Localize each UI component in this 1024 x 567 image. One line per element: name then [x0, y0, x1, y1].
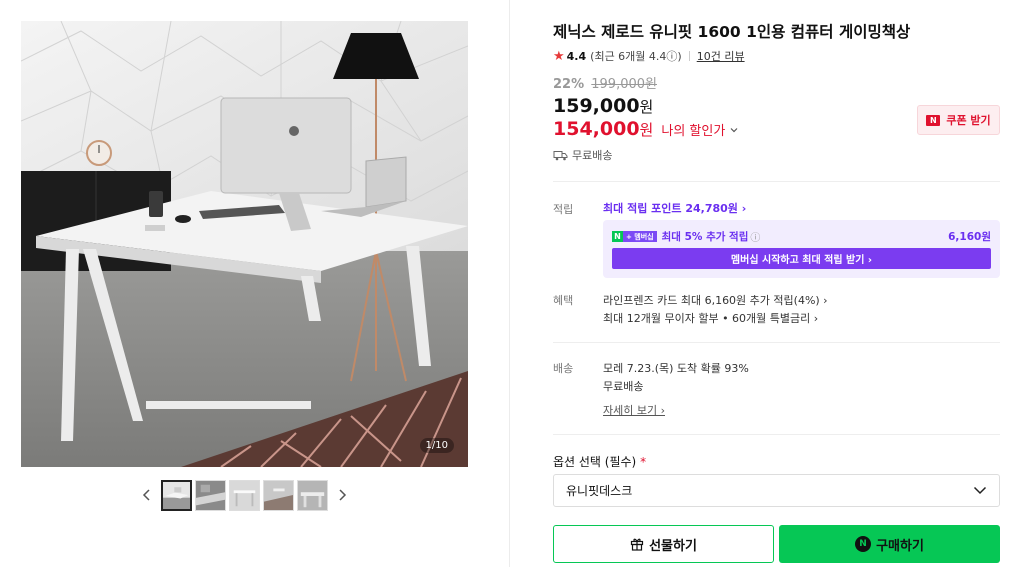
gift-button[interactable]: 선물하기: [553, 525, 774, 563]
sale-price-value: 159,000: [553, 95, 640, 117]
my-price-label[interactable]: 나의 할인가: [661, 120, 725, 139]
delivery-arrival: 모레 7.23.(목) 도착 확률 93%: [603, 362, 749, 375]
truck-icon: [553, 150, 568, 160]
delivery-label: 배송: [553, 362, 574, 375]
sale-price: 159,000원: [553, 95, 653, 117]
option-label: 옵션 선택 (필수) *: [553, 453, 646, 470]
my-price-unit: 원: [639, 121, 654, 139]
shipping-tag-label: 무료배송: [572, 149, 613, 162]
product-gallery: 1/10: [0, 0, 510, 567]
original-price-row: 22% 199,000원: [553, 73, 657, 92]
section-divider: [553, 181, 1000, 182]
discount-percent: 22%: [553, 77, 585, 92]
info-icon[interactable]: ⓘ: [750, 229, 760, 244]
rating-divider: [688, 51, 690, 61]
my-discount-price: 154,000 원 나의 할인가: [553, 118, 739, 140]
thumbnail-image: [264, 480, 293, 510]
my-price-value: 154,000: [553, 118, 640, 140]
membership-box: N + 멤버십 최대 5% 추가 적립 ⓘ 6,160원 멤버십 시작하고 최대…: [603, 220, 1000, 278]
option-selected-value: 유니핏데스크: [566, 484, 633, 498]
star-icon: ★: [553, 48, 565, 64]
chevron-down-icon: [973, 486, 987, 495]
thumbnail-next-button[interactable]: [331, 479, 353, 511]
membership-start-button[interactable]: 멤버십 시작하고 최대 적립 받기 ›: [612, 248, 991, 269]
coupon-button-label: 쿠폰 받기: [946, 114, 991, 127]
thumbnail-prev-button[interactable]: [136, 479, 158, 511]
thumbnail-strip: [136, 479, 353, 511]
thumbnail-image: [230, 480, 259, 510]
buy-button[interactable]: N 구매하기: [779, 525, 1000, 563]
membership-text: 최대 5% 추가 적립: [661, 231, 749, 243]
benefit-installment-link[interactable]: 최대 12개월 무이자 할부 • 60개월 특별금리 ›: [603, 310, 818, 326]
gift-button-label: 선물하기: [649, 538, 697, 554]
thumbnail-1[interactable]: [161, 479, 192, 511]
thumbnail-image: [196, 480, 225, 510]
thumbnail-image: [163, 481, 190, 509]
naver-pay-icon: N: [855, 536, 872, 552]
membership-info: N + 멤버십 최대 5% 추가 적립 ⓘ 6,160원: [612, 229, 991, 244]
desk-photo: [21, 21, 468, 467]
rating-recent: (최근 6개월 4.4ⓘ): [590, 50, 682, 63]
thumbnail-image: [298, 480, 327, 510]
chevron-left-icon: [142, 489, 150, 501]
rating-score: 4.4: [566, 49, 587, 63]
coupon-button[interactable]: N 쿠폰 받기: [917, 105, 1000, 135]
benefit-card-link[interactable]: 라인프렌즈 카드 최대 6,160원 추가 적립(4%) ›: [603, 292, 828, 308]
thumbnail-4[interactable]: [263, 479, 294, 511]
option-label-text: 옵션 선택 (필수): [553, 455, 637, 469]
product-title: 제닉스 제로드 유니핏 1600 1인용 컴퓨터 게이밍책상: [553, 23, 911, 41]
naver-plus-membership-badge: N + 멤버십: [612, 231, 657, 242]
thumbnail-3[interactable]: [229, 479, 260, 511]
points-label: 적립: [553, 203, 574, 216]
naver-n-icon: N: [926, 114, 941, 126]
required-mark: *: [640, 455, 647, 469]
gift-icon: [630, 538, 644, 551]
chevron-right-icon: [339, 489, 347, 501]
review-count-link[interactable]: 10건 리뷰: [697, 48, 745, 64]
thumbnail-2[interactable]: [195, 479, 226, 511]
main-product-image[interactable]: 1/10: [21, 21, 468, 467]
image-counter: 1/10: [419, 438, 454, 453]
option-select[interactable]: 유니핏데스크: [553, 474, 1000, 507]
membership-badge-label: + 멤버십: [623, 231, 657, 242]
membership-amount: 6,160원: [948, 231, 991, 243]
section-divider: [553, 434, 1000, 435]
max-points-link[interactable]: 최대 적립 포인트 24,780원 ›: [603, 200, 746, 216]
sale-price-unit: 원: [639, 98, 654, 116]
rating-row: ★ 4.4 (최근 6개월 4.4ⓘ) 10건 리뷰: [553, 48, 745, 64]
original-price: 199,000원: [591, 77, 657, 92]
section-divider: [553, 342, 1000, 343]
thumbnail-5[interactable]: [297, 479, 328, 511]
benefits-label: 혜택: [553, 294, 574, 307]
chevron-down-icon[interactable]: [729, 125, 739, 135]
delivery-fee: 무료배송: [603, 380, 644, 393]
buy-button-label: 구매하기: [876, 538, 924, 554]
delivery-detail-link[interactable]: 자세히 보기 ›: [603, 402, 665, 418]
naver-n-icon: N: [612, 231, 623, 242]
free-shipping-tag: 무료배송: [553, 147, 612, 163]
